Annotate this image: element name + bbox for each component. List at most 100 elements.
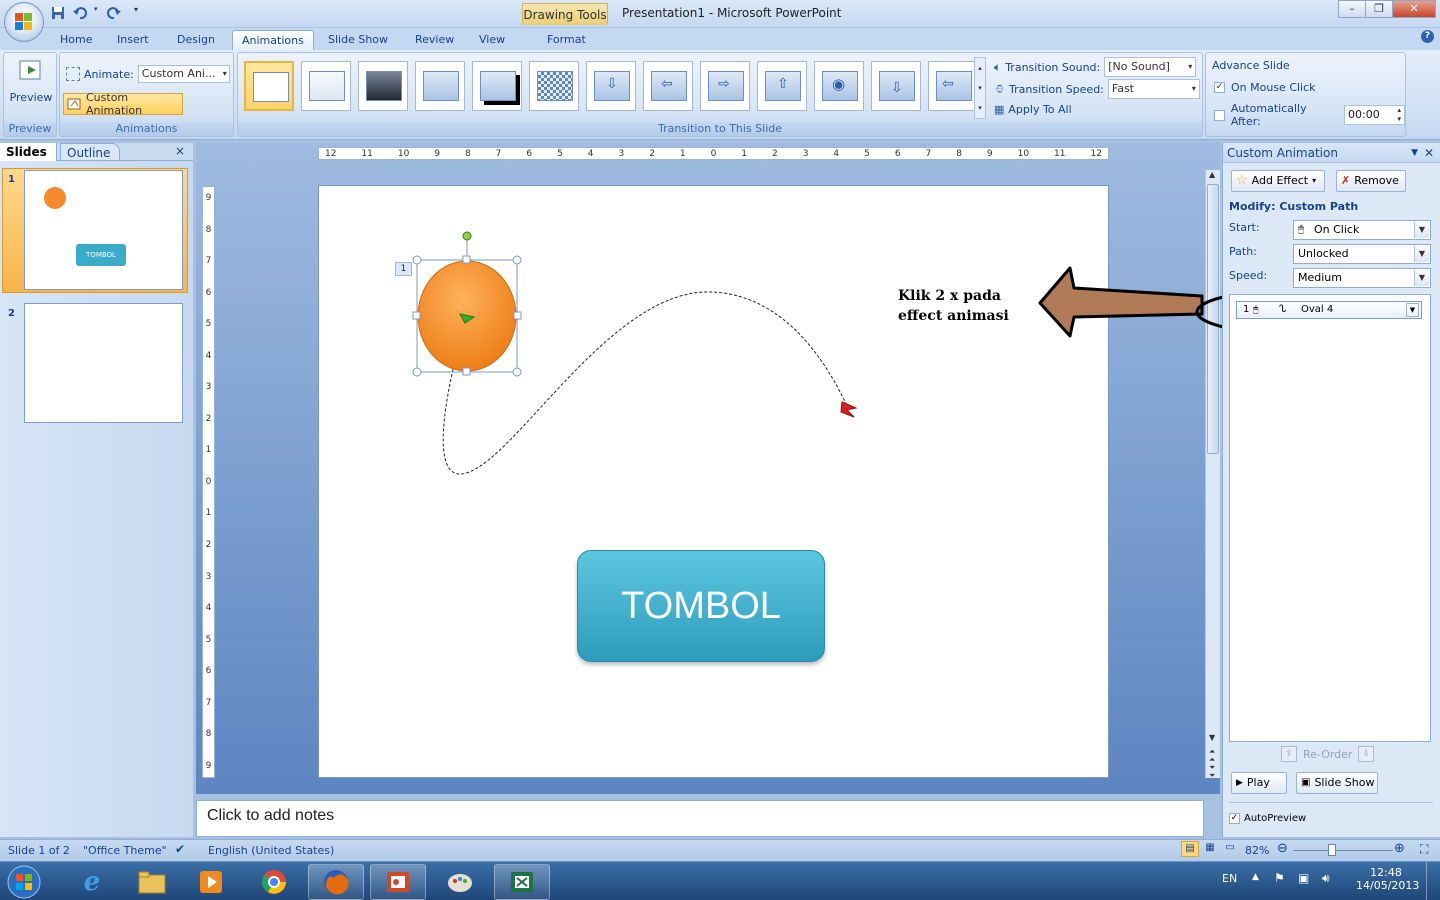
language-indicator[interactable]: EN <box>1222 872 1237 885</box>
move-down-icon[interactable]: ⇩ <box>1358 746 1375 762</box>
animate-dropdown[interactable]: Custom Ani... ▾ <box>137 65 230 83</box>
office-button[interactable] <box>4 2 44 42</box>
taskbar-media-player[interactable] <box>183 864 239 900</box>
slide-show-button[interactable]: ▣ Slide Show <box>1296 772 1378 794</box>
transition-dissolve[interactable] <box>529 61 579 111</box>
show-hidden-icons[interactable]: ▲ <box>1252 872 1259 882</box>
taskbar-chrome[interactable] <box>246 864 302 900</box>
undo-icon[interactable] <box>72 5 88 21</box>
help-icon[interactable]: ? <box>1421 30 1434 43</box>
slide-thumb-1[interactable]: TOMBOL <box>24 170 183 290</box>
tab-format[interactable]: Format <box>543 30 590 50</box>
tab-animations[interactable]: Animations <box>232 30 314 50</box>
drawing-tools-context-tab: Drawing Tools <box>522 3 608 25</box>
slide-show-view-icon[interactable]: ▭ <box>1221 841 1239 857</box>
taskbar-explorer[interactable] <box>124 864 180 900</box>
close-pane-icon[interactable]: ✕ <box>1424 143 1434 163</box>
advance-time-spinner[interactable]: 00:00 ▴ ▾ <box>1344 105 1405 125</box>
custom-animation-button[interactable]: Custom Animation <box>63 91 183 117</box>
taskbar-paint[interactable] <box>432 864 488 900</box>
transition-push-left[interactable]: ⇦ <box>928 61 978 111</box>
transition-push-down[interactable]: ⇩ <box>871 61 921 111</box>
preview-button[interactable]: Preview <box>8 57 54 113</box>
path-dropdown[interactable]: Unlocked ▼ <box>1293 244 1431 264</box>
transition-wipe-down[interactable]: ⇩ <box>586 61 636 111</box>
theme-name[interactable]: "Office Theme" <box>83 844 167 857</box>
transition-fade-through-black[interactable] <box>358 61 408 111</box>
close-button[interactable]: ✕ <box>1392 0 1436 18</box>
transition-speed-dropdown[interactable]: Fast ▾ <box>1107 79 1200 99</box>
start-dropdown[interactable]: 🖱︎ On Click ▼ <box>1293 220 1431 240</box>
taskbar-powerpoint[interactable] <box>370 864 426 900</box>
transition-wheel[interactable]: ◉ <box>814 61 864 111</box>
volume-icon[interactable]: 🔊︎ <box>1322 871 1330 886</box>
slide-canvas[interactable]: 1 TOMBOL Klik 2 x pada effect animasi <box>318 185 1109 778</box>
restore-button[interactable]: ❐ <box>1365 0 1393 18</box>
minimize-button[interactable]: – <box>1338 0 1366 18</box>
tab-review[interactable]: Review <box>411 30 458 50</box>
zoom-in-icon[interactable]: ⊕ <box>1394 841 1405 856</box>
customize-qat-icon[interactable]: ▾ <box>134 5 144 21</box>
on-mouse-click-label: On Mouse Click <box>1231 81 1316 94</box>
clock[interactable]: 12:48 14/05/2013 <box>1356 866 1419 892</box>
language-status[interactable]: English (United States) <box>208 844 334 857</box>
spell-check-icon[interactable]: ✔ <box>175 842 185 856</box>
slide-thumb-2[interactable] <box>24 303 183 423</box>
notes-pane[interactable]: Click to add notes <box>196 800 1204 837</box>
tombol-button-shape[interactable]: TOMBOL <box>577 550 825 662</box>
tab-slide-show[interactable]: Slide Show <box>324 30 392 50</box>
start-button[interactable] <box>4 863 44 900</box>
animation-order-tag[interactable]: 1 <box>395 262 412 276</box>
transition-cut[interactable] <box>415 61 465 111</box>
transition-gallery-scroll[interactable]: ▴ ▾ ▾ <box>974 57 986 119</box>
scroll-down-icon[interactable]: ▼ <box>1209 733 1215 742</box>
on-mouse-click-checkbox[interactable]: ✓ <box>1214 82 1225 93</box>
zoom-slider-thumb[interactable] <box>1328 844 1336 856</box>
action-center-icon[interactable]: ⚑ <box>1274 871 1285 885</box>
animation-list-item[interactable]: 1 🖱︎ ᔐ Oval 4 ▼ <box>1236 301 1422 319</box>
scroll-up-icon[interactable]: ▲ <box>1209 170 1215 179</box>
undo-dropdown-icon[interactable]: ▾ <box>94 5 100 21</box>
transition-wipe-right[interactable]: ⇨ <box>700 61 750 111</box>
transition-no-transition[interactable] <box>244 61 294 111</box>
chevron-down-icon[interactable]: ▼ <box>1406 303 1419 317</box>
automatically-after-checkbox[interactable] <box>1214 109 1225 121</box>
apply-to-all-button[interactable]: ▦ Apply To All <box>994 103 1072 116</box>
ruler-tick-label: 0 <box>205 476 212 487</box>
tab-design[interactable]: Design <box>173 30 219 50</box>
tab-view[interactable]: View <box>475 30 509 50</box>
close-panel-icon[interactable]: × <box>175 144 185 158</box>
show-desktop-button[interactable] <box>1426 862 1440 900</box>
tab-outline[interactable]: Outline <box>60 143 120 161</box>
tab-home[interactable]: Home <box>56 30 96 50</box>
zoom-slider[interactable] <box>1293 850 1393 851</box>
transition-sound-dropdown[interactable]: [No Sound] ▾ <box>1104 57 1197 77</box>
add-effect-button[interactable]: ☆ Add Effect ▾ <box>1231 170 1325 192</box>
play-button[interactable]: ▶ Play <box>1231 772 1287 794</box>
tab-slides[interactable]: Slides <box>0 143 57 161</box>
taskbar-internet-explorer[interactable]: e <box>64 864 120 900</box>
remove-button[interactable]: ✗ Remove <box>1336 170 1406 192</box>
transition-cut-through-black[interactable] <box>472 61 522 111</box>
next-slide-icon[interactable]: ⏷ ⏷ <box>1209 764 1215 780</box>
taskbar-excel[interactable] <box>494 864 550 900</box>
speed-dropdown[interactable]: Medium ▼ <box>1293 268 1431 288</box>
slide-sorter-icon[interactable]: ▦ <box>1201 841 1219 857</box>
pane-options-icon[interactable]: ▼ <box>1411 143 1418 163</box>
network-icon[interactable]: ▣ <box>1298 871 1309 885</box>
ruler-tick-label: 1 <box>741 149 748 159</box>
save-icon[interactable] <box>50 5 66 21</box>
zoom-level[interactable]: 82% <box>1245 844 1269 857</box>
redo-icon[interactable] <box>106 5 122 21</box>
move-up-icon[interactable]: ⇧ <box>1281 746 1297 762</box>
transition-wipe-left[interactable]: ⇦ <box>643 61 693 111</box>
tab-insert[interactable]: Insert <box>113 30 153 50</box>
previous-slide-icon[interactable]: ⏶ ⏶ <box>1209 748 1215 764</box>
transition-fade-smoothly[interactable] <box>301 61 351 111</box>
normal-view-icon[interactable]: ▤ <box>1181 841 1199 857</box>
fit-to-window-icon[interactable]: ⛶ <box>1420 842 1428 857</box>
transition-wipe-up[interactable]: ⇧ <box>757 61 807 111</box>
taskbar-firefox[interactable] <box>308 864 364 900</box>
zoom-out-icon[interactable]: ⊖ <box>1277 841 1288 856</box>
autopreview-checkbox[interactable]: ✓ <box>1229 813 1240 824</box>
